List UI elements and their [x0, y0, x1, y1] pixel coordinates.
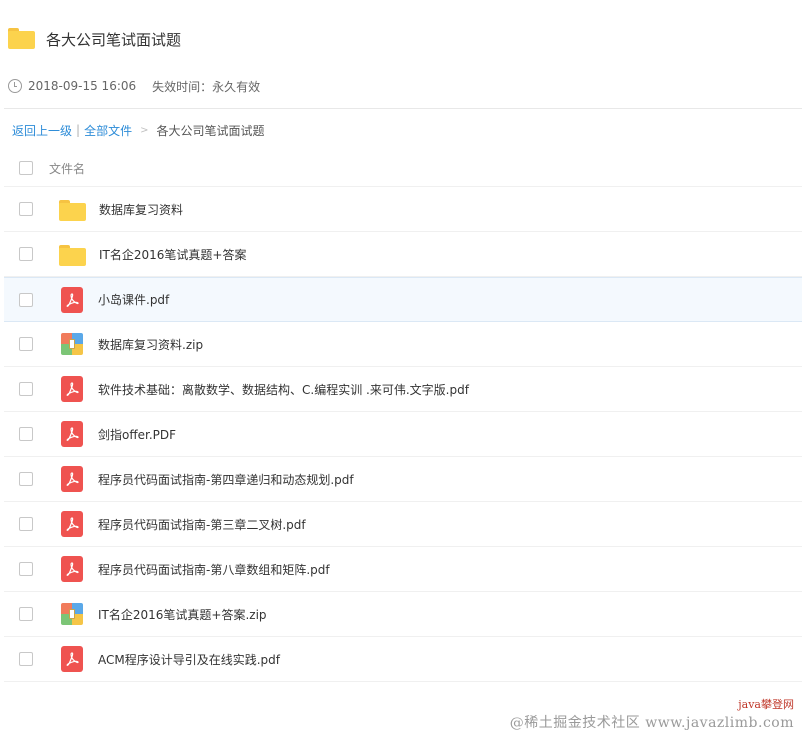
- pdf-icon: [59, 286, 85, 313]
- share-title: 各大公司笔试面试题: [46, 30, 182, 49]
- file-row[interactable]: IT名企2016笔试真题+答案.zip: [4, 592, 802, 637]
- folder-icon: [8, 28, 35, 50]
- file-name[interactable]: 数据库复习资料: [99, 201, 183, 218]
- row-checkbox[interactable]: [19, 472, 33, 486]
- row-checkbox[interactable]: [19, 517, 33, 531]
- breadcrumb-current: 各大公司笔试面试题: [156, 123, 265, 138]
- file-name[interactable]: IT名企2016笔试真题+答案: [99, 246, 246, 263]
- watermark-line2: @稀土掘金技术社区 www.javazlimb.com: [509, 715, 794, 731]
- expire-time: 失效时间：永久有效: [152, 79, 261, 94]
- watermark-line1: java攀登网: [738, 698, 794, 711]
- file-name[interactable]: IT名企2016笔试真题+答案.zip: [98, 606, 267, 623]
- share-header: 各大公司笔试面试题: [8, 24, 181, 54]
- file-name[interactable]: 软件技术基础：离散数学、数据结构、C.编程实训 .来可伟.文字版.pdf: [98, 381, 469, 398]
- clock-icon: [8, 79, 22, 93]
- pdf-icon: [59, 466, 85, 492]
- file-name[interactable]: 数据库复习资料.zip: [98, 336, 203, 353]
- share-meta: 2018-09-15 16:06 失效时间：永久有效: [8, 76, 260, 96]
- breadcrumb: 返回上一级 | 全部文件 > 各大公司笔试面试题: [12, 121, 264, 139]
- pdf-icon: [59, 556, 85, 582]
- file-row[interactable]: 程序员代码面试指南-第八章数组和矩阵.pdf: [4, 547, 802, 592]
- breadcrumb-separator: |: [76, 123, 81, 137]
- row-checkbox[interactable]: [19, 652, 33, 666]
- folder-icon: [59, 244, 86, 266]
- row-checkbox[interactable]: [19, 337, 33, 351]
- file-name[interactable]: 小岛课件.pdf: [98, 291, 169, 308]
- back-link[interactable]: 返回上一级: [12, 122, 72, 139]
- file-row[interactable]: 剑指offer.PDF: [4, 412, 802, 457]
- file-row[interactable]: 程序员代码面试指南-第四章递归和动态规划.pdf: [4, 457, 802, 502]
- file-row[interactable]: ACM程序设计导引及在线实践.pdf: [4, 637, 802, 682]
- zip-icon: [59, 331, 85, 357]
- file-name[interactable]: 剑指offer.PDF: [98, 426, 176, 443]
- row-checkbox[interactable]: [19, 607, 33, 621]
- file-list-header: 文件名: [4, 150, 802, 187]
- row-checkbox[interactable]: [19, 382, 33, 396]
- all-files-link[interactable]: 全部文件: [84, 122, 132, 139]
- file-name[interactable]: 程序员代码面试指南-第三章二叉树.pdf: [98, 516, 306, 533]
- row-checkbox[interactable]: [19, 562, 33, 576]
- pdf-icon: [59, 511, 85, 537]
- file-name[interactable]: 程序员代码面试指南-第四章递归和动态规划.pdf: [98, 471, 354, 488]
- folder-icon: [59, 199, 86, 221]
- row-checkbox[interactable]: [19, 427, 33, 441]
- file-row[interactable]: 数据库复习资料.zip: [4, 322, 802, 367]
- divider: [4, 108, 802, 109]
- row-checkbox[interactable]: [19, 247, 33, 261]
- select-all-checkbox[interactable]: [19, 161, 33, 175]
- file-row[interactable]: 数据库复习资料: [4, 187, 802, 232]
- pdf-icon: [59, 376, 85, 402]
- file-list: 文件名 数据库复习资料 IT名企2016笔试真题+答案 小岛课件.pdf 数据库复习资…: [4, 150, 802, 682]
- file-row[interactable]: 软件技术基础：离散数学、数据结构、C.编程实训 .来可伟.文字版.pdf: [4, 367, 802, 412]
- file-row[interactable]: 程序员代码面试指南-第三章二叉树.pdf: [4, 502, 802, 547]
- pdf-icon: [59, 421, 85, 447]
- file-row[interactable]: IT名企2016笔试真题+答案: [4, 232, 802, 277]
- file-row[interactable]: 小岛课件.pdf: [4, 277, 802, 322]
- file-name[interactable]: 程序员代码面试指南-第八章数组和矩阵.pdf: [98, 561, 330, 578]
- row-checkbox[interactable]: [19, 202, 33, 216]
- watermark: java攀登网 @稀土掘金技术社区 www.javazlimb.com: [510, 696, 794, 732]
- pdf-icon: [59, 646, 85, 672]
- created-time: 2018-09-15 16:06: [28, 79, 137, 93]
- chevron-right-icon: >: [140, 124, 149, 136]
- zip-icon: [59, 601, 85, 627]
- column-filename: 文件名: [49, 161, 86, 176]
- row-checkbox[interactable]: [19, 292, 33, 307]
- file-name[interactable]: ACM程序设计导引及在线实践.pdf: [98, 651, 280, 668]
